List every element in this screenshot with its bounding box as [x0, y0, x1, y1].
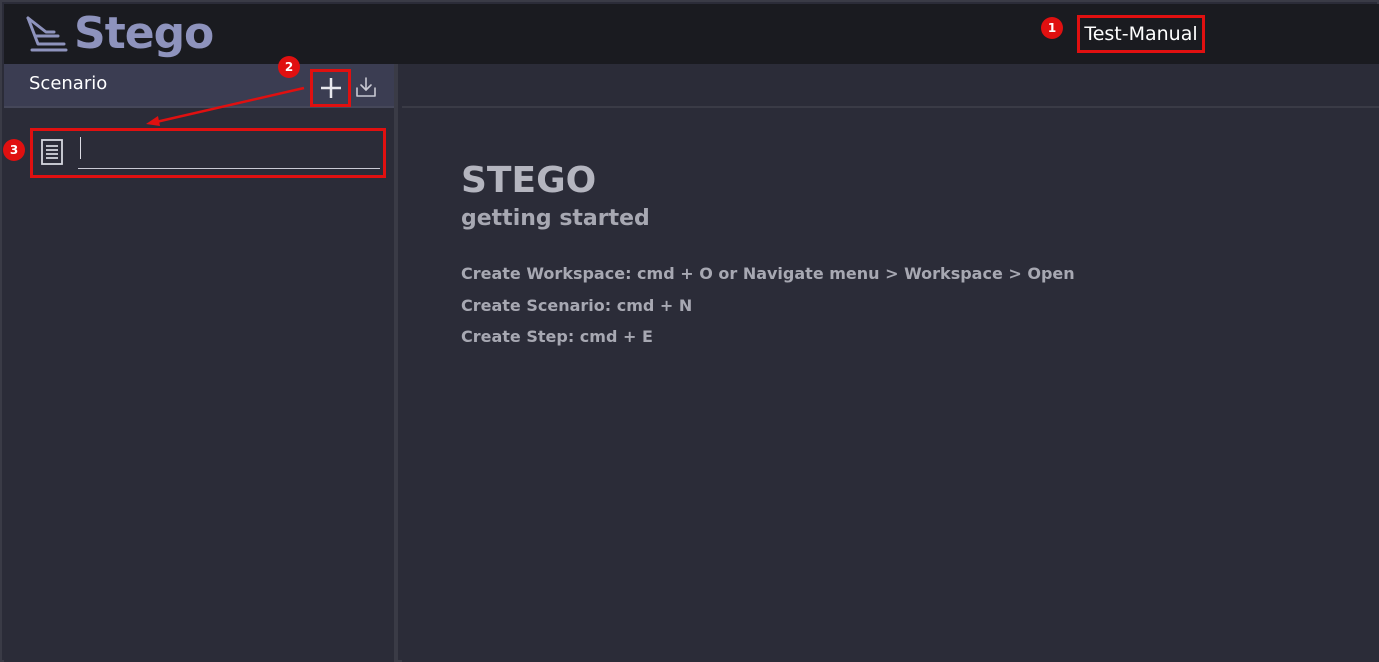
add-scenario-button[interactable] [310, 69, 351, 107]
annotation-marker-1: 1 [1041, 17, 1063, 39]
sidebar-title: Scenario [29, 73, 108, 94]
plus-icon [320, 78, 341, 98]
main-panel: STEGO getting started Create Workspace: … [402, 64, 1379, 662]
stego-logo-icon [26, 16, 68, 52]
scenario-sidebar: Scenario [4, 64, 398, 662]
shortcut-create-step: Create Step: cmd + E [461, 327, 653, 346]
scenario-name-input[interactable] [78, 135, 380, 169]
import-download-icon [356, 77, 376, 97]
text-caret [80, 137, 81, 159]
shortcut-create-scenario: Create Scenario: cmd + N [461, 296, 693, 315]
annotation-marker-3: 3 [3, 139, 25, 161]
new-scenario-row[interactable] [30, 128, 386, 178]
workspace-name[interactable]: Test-Manual [1077, 15, 1205, 53]
annotation-marker-2: 2 [278, 56, 300, 78]
welcome-title: STEGO [461, 160, 597, 201]
app-window: Stego Test-Manual Scenario STEGO getting… [0, 0, 1379, 662]
document-list-icon [41, 139, 63, 165]
stego-logo: Stego [24, 8, 214, 59]
logo-text: Stego [74, 8, 214, 59]
sidebar-header: Scenario [4, 64, 394, 108]
main-toolbar [402, 64, 1379, 108]
app-header: Stego Test-Manual [4, 4, 1379, 64]
import-scenario-button[interactable] [353, 74, 379, 100]
shortcut-create-workspace: Create Workspace: cmd + O or Navigate me… [461, 264, 1075, 283]
welcome-content: STEGO getting started Create Workspace: … [402, 110, 1379, 662]
welcome-subtitle: getting started [461, 206, 650, 231]
